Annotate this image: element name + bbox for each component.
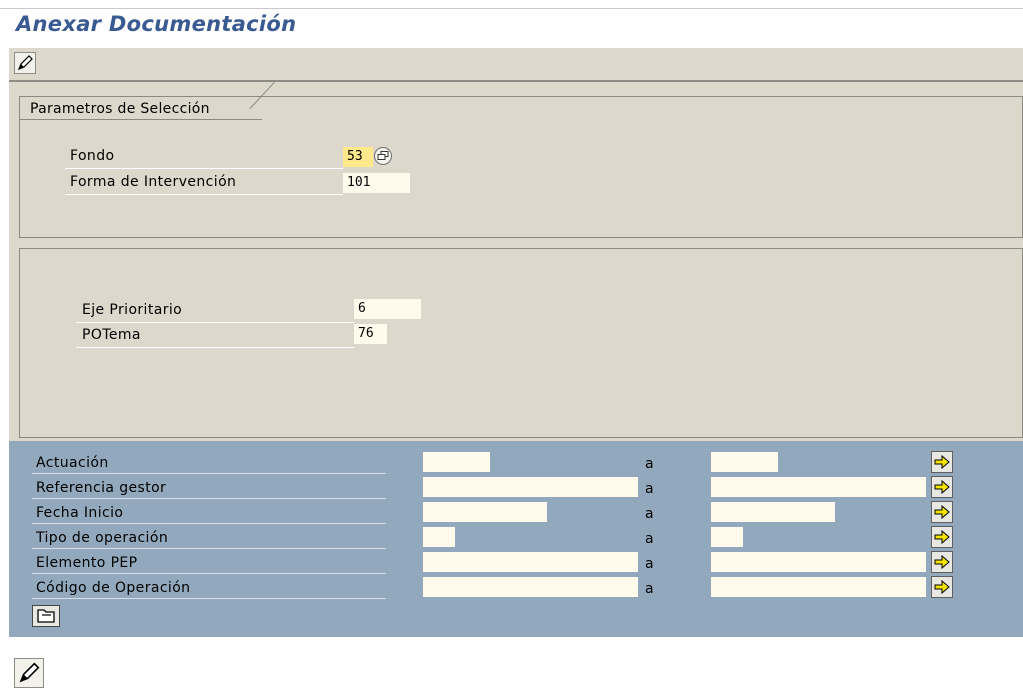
- range-underline: [32, 473, 386, 474]
- page-title: Anexar Documentación: [16, 12, 297, 36]
- search-help-button[interactable]: [374, 147, 392, 165]
- arrow-right-icon: [934, 505, 950, 519]
- edit-button[interactable]: [14, 52, 36, 74]
- details-frame: [19, 248, 1023, 438]
- forma-label: Forma de Intervención: [70, 174, 237, 190]
- pencil-icon: [19, 662, 40, 683]
- range-label-pep: Elemento PEP: [36, 555, 138, 571]
- range-label-codigo: Código de Operación: [36, 580, 191, 596]
- arrow-right-icon: [934, 480, 950, 494]
- actuacion-to-input[interactable]: [711, 452, 778, 472]
- arrow-right-icon: [934, 530, 950, 544]
- range-underline: [32, 548, 386, 549]
- range-underline: [32, 523, 386, 524]
- actuacion-from-input[interactable]: [423, 452, 490, 472]
- range-label-tipo: Tipo de operación: [36, 530, 169, 546]
- to-label: a: [645, 506, 654, 522]
- forma-input[interactable]: 101: [343, 173, 410, 193]
- to-label: a: [645, 531, 654, 547]
- eje-input[interactable]: 6: [354, 299, 421, 319]
- tipo-to-input[interactable]: [711, 527, 743, 547]
- range-label-fecha: Fecha Inicio: [36, 505, 124, 521]
- range-label-actuacion: Actuación: [36, 455, 109, 471]
- multiple-selection-button[interactable]: [931, 476, 953, 498]
- folder-icon: [37, 609, 55, 623]
- forma-underline: [65, 194, 343, 195]
- fecha-from-input[interactable]: [423, 502, 547, 522]
- potema-label: POTema: [82, 327, 141, 343]
- application-toolbar: [9, 48, 1023, 82]
- frame-tab-underline: [19, 119, 262, 120]
- multiple-selection-button[interactable]: [931, 551, 953, 573]
- potema-input[interactable]: 76: [354, 324, 387, 344]
- referencia-from-input[interactable]: [423, 477, 638, 497]
- codigo-to-input[interactable]: [711, 577, 926, 597]
- fondo-label: Fondo: [70, 148, 115, 164]
- pep-to-input[interactable]: [711, 552, 926, 572]
- fecha-to-input[interactable]: [711, 502, 835, 522]
- to-label: a: [645, 556, 654, 572]
- fondo-input[interactable]: 53: [343, 147, 373, 167]
- codigo-from-input[interactable]: [423, 577, 638, 597]
- arrow-right-icon: [934, 580, 950, 594]
- to-label: a: [645, 581, 654, 597]
- multiple-selection-button[interactable]: [931, 451, 953, 473]
- range-underline: [32, 498, 386, 499]
- multiple-selection-button[interactable]: [931, 526, 953, 548]
- edit-button-bottom[interactable]: [14, 658, 44, 688]
- execute-button[interactable]: [32, 605, 60, 627]
- tipo-from-input[interactable]: [423, 527, 455, 547]
- pencil-icon: [17, 55, 33, 71]
- multiple-selection-button[interactable]: [931, 501, 953, 523]
- multiple-selection-button[interactable]: [931, 576, 953, 598]
- range-underline: [32, 598, 386, 599]
- search-help-icon: [377, 151, 389, 160]
- top-divider: [0, 8, 1023, 9]
- to-label: a: [645, 456, 654, 472]
- pep-from-input[interactable]: [423, 552, 638, 572]
- potema-underline: [76, 347, 354, 348]
- eje-label: Eje Prioritario: [82, 302, 183, 318]
- selection-frame-title: Parametros de Selección: [30, 101, 210, 117]
- to-label: a: [645, 481, 654, 497]
- range-label-referencia: Referencia gestor: [36, 480, 167, 496]
- range-underline: [32, 573, 386, 574]
- arrow-right-icon: [934, 555, 950, 569]
- referencia-to-input[interactable]: [711, 477, 926, 497]
- arrow-right-icon: [934, 455, 950, 469]
- fondo-underline: [65, 168, 343, 169]
- eje-underline: [76, 322, 354, 323]
